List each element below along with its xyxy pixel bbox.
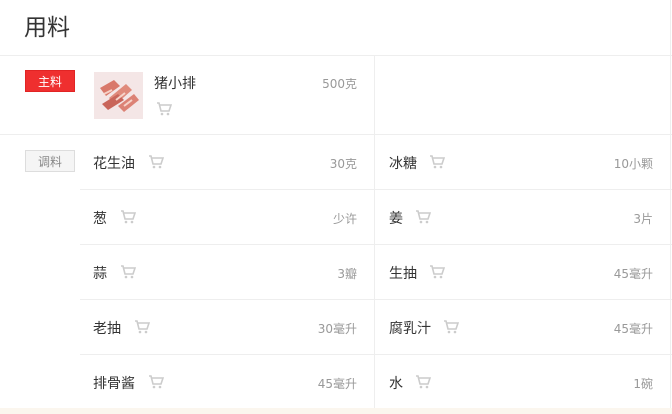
ingredient-amount: 少许 — [332, 212, 357, 226]
ingredient-amount: 45毫升 — [613, 267, 653, 281]
cart-icon[interactable] — [443, 319, 460, 334]
cart-icon[interactable] — [148, 374, 165, 389]
cart-icon[interactable] — [415, 209, 432, 224]
ingredients-panel: 用料 主料 猪小排 500克 调料 花生油 30克 冰糖 10小颗 葱 少许 姜… — [0, 0, 672, 414]
bottom-edge — [0, 408, 672, 414]
ingredient-amount: 45毫升 — [613, 322, 653, 336]
ingredient-name[interactable]: 花生油 — [93, 153, 135, 173]
column-divider — [374, 56, 375, 408]
seasonings-tag: 调料 — [25, 150, 75, 172]
ingredient-name[interactable]: 姜 — [389, 208, 403, 228]
right-edge — [670, 0, 671, 408]
ingredient-amount: 30毫升 — [317, 322, 357, 336]
divider — [80, 244, 672, 245]
ingredient-name[interactable]: 排骨酱 — [93, 373, 135, 393]
cart-icon[interactable] — [429, 154, 446, 169]
cart-icon[interactable] — [156, 101, 173, 116]
ingredient-amount: 1碗 — [633, 377, 653, 391]
cart-icon[interactable] — [120, 209, 137, 224]
ingredient-name[interactable]: 生抽 — [389, 263, 417, 283]
cart-icon[interactable] — [134, 319, 151, 334]
ingredient-amount: 45毫升 — [317, 377, 357, 391]
divider — [80, 354, 672, 355]
ingredient-amount: 10小颗 — [613, 157, 653, 171]
ingredient-name[interactable]: 腐乳汁 — [389, 318, 431, 338]
cart-icon[interactable] — [148, 154, 165, 169]
ingredient-name[interactable]: 猪小排 — [154, 73, 196, 93]
section-title: 用料 — [24, 15, 70, 41]
ingredient-amount: 3片 — [633, 212, 653, 226]
ingredient-name[interactable]: 葱 — [93, 208, 107, 228]
ingredient-name[interactable]: 冰糖 — [389, 153, 417, 173]
divider — [0, 55, 672, 56]
divider — [80, 299, 672, 300]
cart-icon[interactable] — [415, 374, 432, 389]
ingredient-amount: 500克 — [322, 77, 357, 91]
divider — [0, 134, 672, 135]
cart-icon[interactable] — [429, 264, 446, 279]
divider — [80, 189, 672, 190]
ingredient-amount: 3瓣 — [337, 267, 357, 281]
main-ingredients-tag: 主料 — [25, 70, 75, 92]
cart-icon[interactable] — [120, 264, 137, 279]
ingredient-name[interactable]: 老抽 — [93, 318, 121, 338]
ingredient-amount: 30克 — [329, 157, 357, 171]
ingredient-name[interactable]: 水 — [389, 373, 403, 393]
pork-ribs-thumbnail[interactable] — [94, 72, 143, 119]
ingredient-name[interactable]: 蒜 — [93, 263, 107, 283]
